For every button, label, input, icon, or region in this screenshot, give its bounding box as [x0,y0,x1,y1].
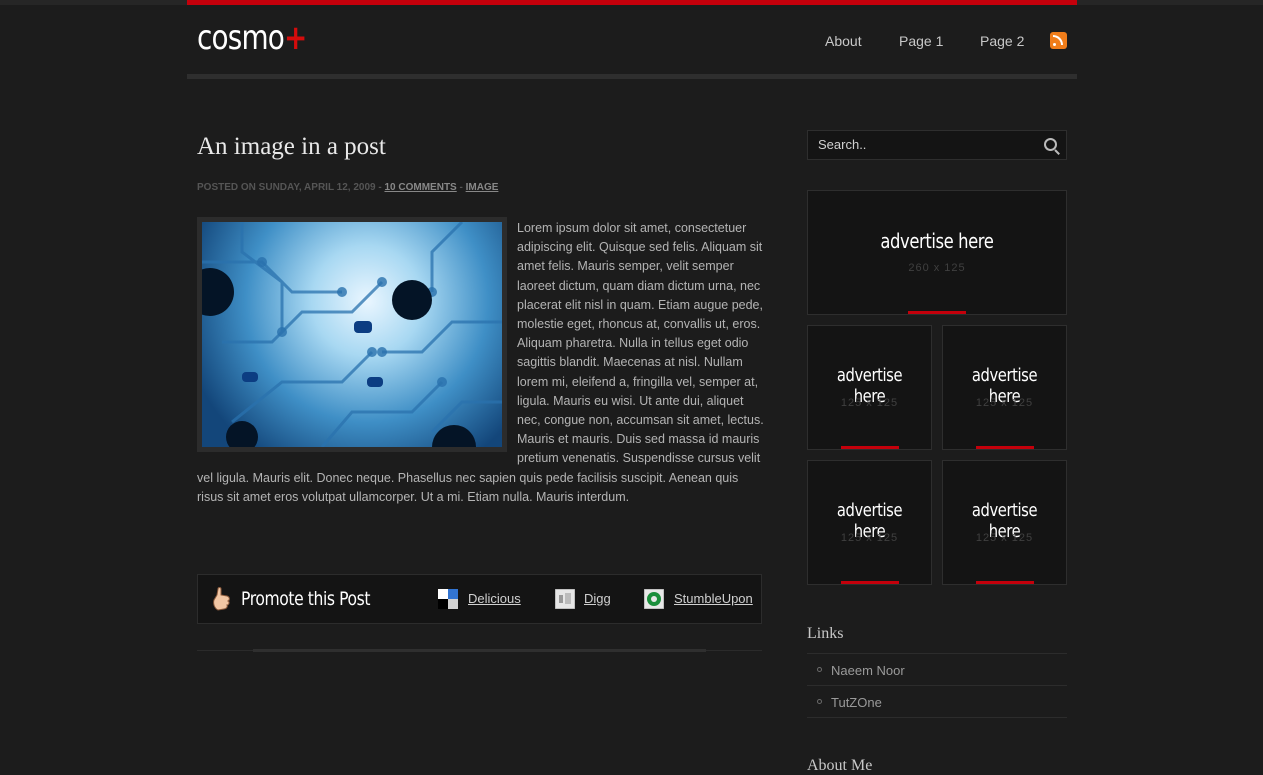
rss-icon[interactable] [1050,32,1067,49]
link-item-tutzone[interactable]: TutZOne [807,687,1067,718]
links-title: Links [807,625,844,642]
post-image-frame [197,217,507,452]
post-title[interactable]: An image in a post [197,133,386,161]
delicious-icon[interactable] [438,589,458,609]
share-stumbleupon[interactable]: StumbleUpon [674,591,753,606]
bullet-icon [817,667,822,672]
ad-small-bar [976,581,1034,584]
share-digg[interactable]: Digg [584,591,611,606]
share-delicious[interactable]: Delicious [468,591,521,606]
nav-about[interactable]: About [825,33,862,49]
ad-small-bar [976,446,1034,449]
ad-large-size: 260 x 125 [908,262,966,274]
ad-large[interactable]: advertise here 260 x 125 [807,190,1067,315]
ad-small-size: 125 x 125 [975,532,1034,544]
site-logo[interactable]: cosmo+ [197,18,307,58]
promote-box: Promote this Post Delicious Digg Stumble… [197,574,762,624]
nav-page-2[interactable]: Page 2 [980,33,1024,49]
link-label[interactable]: Naeem Noor [831,663,905,678]
about-title: About Me [807,757,873,774]
link-item-naeem-noor[interactable]: Naeem Noor [807,655,1067,686]
circuit-image [202,222,502,447]
stumbleupon-icon[interactable] [644,589,664,609]
thumbs-up-icon [213,587,230,611]
link-divider [807,685,1067,686]
post-date: POSTED ON SUNDAY, APRIL 12, 2009 - [197,182,382,193]
promote-label: Promote this Post [241,588,371,610]
ad-small-1[interactable]: advertise here 125 x 125 [807,325,932,450]
logo-text: cosmo [197,18,285,58]
meta-separator: - [459,182,463,193]
header-divider [187,74,1077,79]
ad-small-size: 125 x 125 [840,532,899,544]
ad-small-2[interactable]: advertise here 125 x 125 [942,325,1067,450]
ad-small-bar [841,581,899,584]
bullet-icon [817,699,822,704]
ad-large-bar [908,311,966,314]
post-image [202,222,502,447]
ad-small-3[interactable]: advertise here 125 x 125 [807,460,932,585]
digg-icon[interactable] [555,589,575,609]
category-link[interactable]: IMAGE [466,182,499,193]
post-meta: POSTED ON SUNDAY, APRIL 12, 2009 - 10 CO… [197,182,498,193]
nav-page-1[interactable]: Page 1 [899,33,943,49]
ad-small-bar [841,446,899,449]
link-divider [807,717,1067,718]
ad-small-4[interactable]: advertise here 125 x 125 [942,460,1067,585]
ad-large-title: advertise here [880,229,994,253]
search-box [807,130,1067,160]
comments-link[interactable]: 10 COMMENTS [384,182,456,193]
link-label[interactable]: TutZOne [831,695,882,710]
post-divider-shadow [253,649,706,652]
ad-small-size: 125 x 125 [840,397,899,409]
search-input[interactable] [818,137,1028,152]
ad-small-size: 125 x 125 [975,397,1034,409]
search-icon[interactable] [1044,138,1057,151]
logo-plus: + [284,18,307,58]
header-accent-bar [187,0,1077,5]
links-title-rule [807,653,1067,654]
